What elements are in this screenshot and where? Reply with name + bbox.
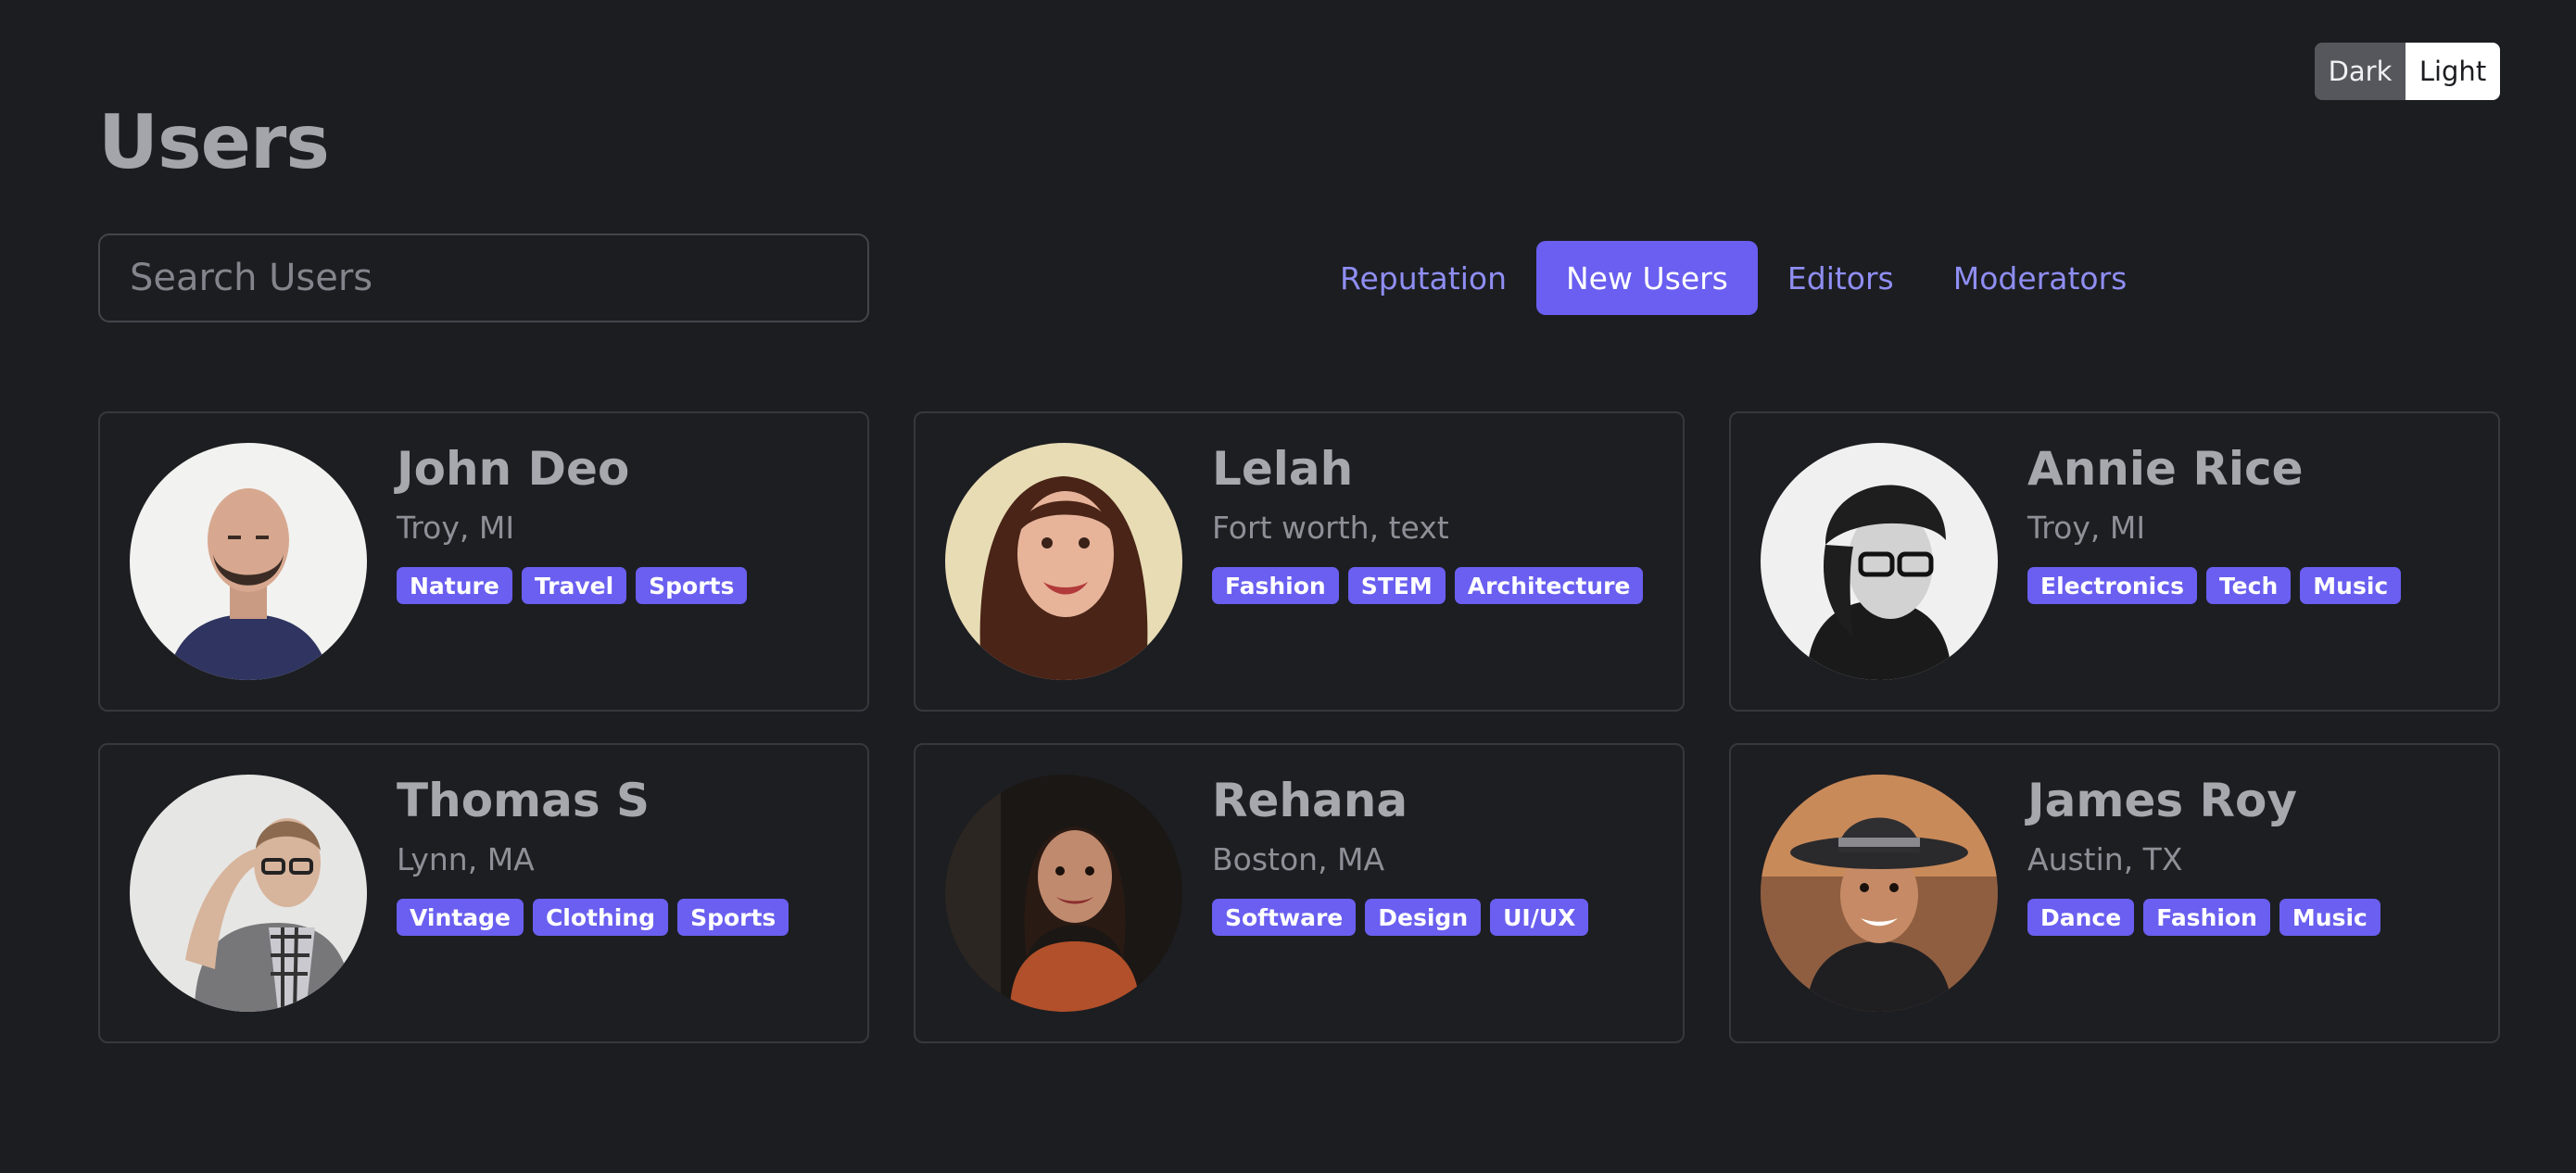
tag[interactable]: Software — [1212, 899, 1357, 936]
user-card[interactable]: Rehana Boston, MA Software Design UI/UX — [914, 743, 1685, 1043]
tag[interactable]: Fashion — [2143, 899, 2270, 936]
tag[interactable]: Architecture — [1454, 567, 1644, 604]
user-location: Fort worth, text — [1212, 510, 1449, 546]
avatar[interactable] — [130, 775, 367, 1012]
tag[interactable]: Nature — [397, 567, 512, 604]
tag-list: Dance Fashion Music — [2027, 899, 2380, 936]
user-name: Annie Rice — [2027, 442, 2304, 496]
tab-moderators[interactable]: Moderators — [1924, 241, 2157, 315]
avatar[interactable] — [945, 775, 1182, 1012]
user-card[interactable]: Annie Rice Troy, MI Electronics Tech Mus… — [1729, 411, 2500, 712]
user-location: Troy, MI — [2027, 510, 2146, 546]
user-photo-icon — [1761, 775, 1998, 1012]
user-location: Boston, MA — [1212, 841, 1385, 877]
user-card[interactable]: Lelah Fort worth, text Fashion STEM Arch… — [914, 411, 1685, 712]
tag[interactable]: Tech — [2205, 567, 2292, 604]
user-card[interactable]: Thomas S Lynn, MA Vintage Clothing Sport… — [98, 743, 869, 1043]
tag[interactable]: Clothing — [532, 899, 669, 936]
search-input[interactable] — [98, 233, 869, 322]
page-title: Users — [98, 99, 330, 185]
user-location: Austin, TX — [2027, 841, 2183, 877]
tag[interactable]: Sports — [677, 899, 789, 936]
tag[interactable]: Travel — [521, 567, 627, 604]
user-card[interactable]: James Roy Austin, TX Dance Fashion Music — [1729, 743, 2500, 1043]
user-name: Lelah — [1212, 442, 1354, 496]
tag[interactable]: Sports — [636, 567, 748, 604]
user-photo-icon — [1761, 443, 1998, 680]
tab-editors[interactable]: Editors — [1758, 241, 1924, 315]
user-card-grid: John Deo Troy, MI Nature Travel Sports L… — [98, 411, 2500, 1043]
tag[interactable]: Vintage — [397, 899, 524, 936]
user-photo-icon — [130, 775, 367, 1012]
user-photo-icon — [945, 775, 1182, 1012]
tab-reputation[interactable]: Reputation — [1310, 241, 1536, 315]
tag-list: Vintage Clothing Sports — [397, 899, 789, 936]
tag-list: Nature Travel Sports — [397, 567, 748, 604]
tag[interactable]: Design — [1365, 899, 1482, 936]
tag[interactable]: Music — [2279, 899, 2380, 936]
tag[interactable]: Dance — [2027, 899, 2135, 936]
avatar[interactable] — [945, 443, 1182, 680]
dark-theme-button[interactable]: Dark — [2315, 43, 2406, 100]
theme-toggle: Dark Light — [2315, 43, 2500, 100]
user-card[interactable]: John Deo Troy, MI Nature Travel Sports — [98, 411, 869, 712]
user-name: Thomas S — [397, 774, 650, 827]
light-theme-button[interactable]: Light — [2406, 43, 2500, 100]
user-filter-tabs: Reputation New Users Editors Moderators — [1310, 241, 2156, 315]
user-location: Troy, MI — [397, 510, 515, 546]
tag[interactable]: Electronics — [2027, 567, 2197, 604]
avatar[interactable] — [130, 443, 367, 680]
user-name: John Deo — [397, 442, 630, 496]
user-name: Rehana — [1212, 774, 1408, 827]
user-photo-icon — [130, 443, 367, 680]
user-name: James Roy — [2027, 774, 2297, 827]
tag-list: Fashion STEM Architecture — [1212, 567, 1644, 604]
user-photo-icon — [945, 443, 1182, 680]
tag[interactable]: Music — [2300, 567, 2402, 604]
tag[interactable]: UI/UX — [1490, 899, 1589, 936]
avatar[interactable] — [1761, 443, 1998, 680]
tag[interactable]: STEM — [1347, 567, 1446, 604]
tag[interactable]: Fashion — [1212, 567, 1339, 604]
avatar[interactable] — [1761, 775, 1998, 1012]
tag-list: Software Design UI/UX — [1212, 899, 1589, 936]
tab-new-users[interactable]: New Users — [1536, 241, 1758, 315]
user-location: Lynn, MA — [397, 841, 535, 877]
tag-list: Electronics Tech Music — [2027, 567, 2402, 604]
